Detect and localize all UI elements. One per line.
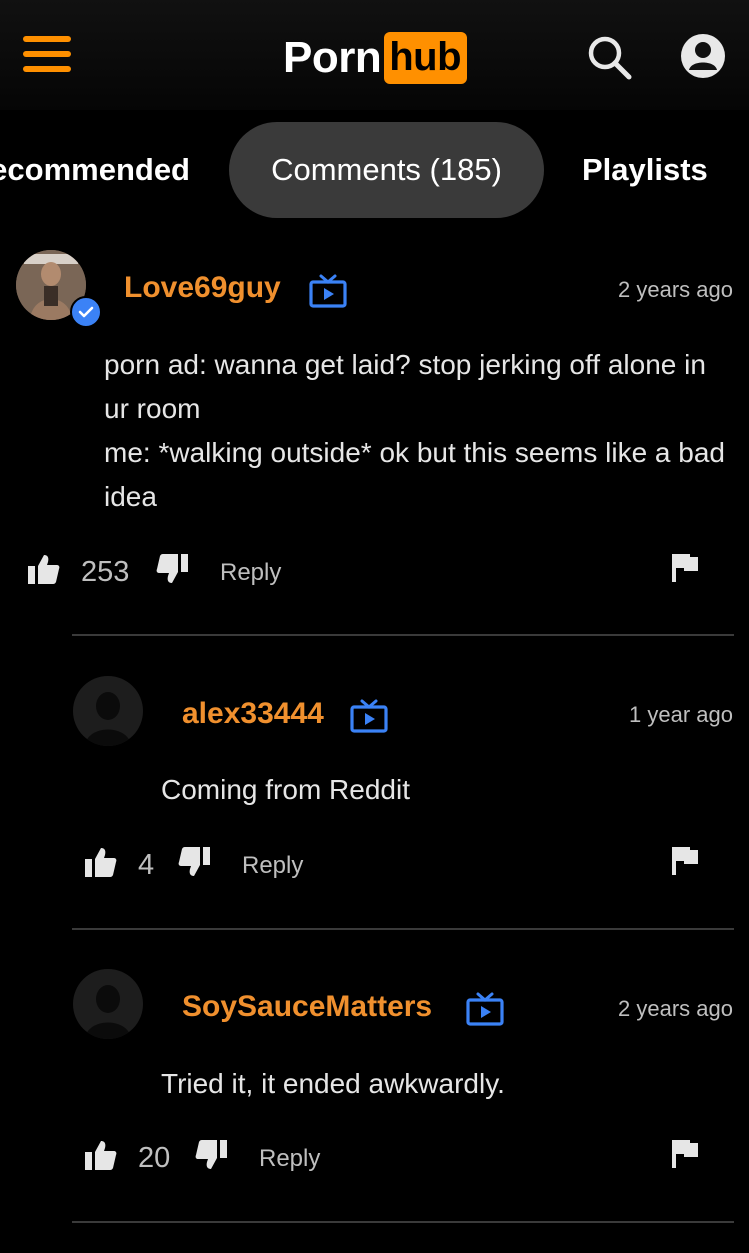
flag-icon[interactable] (670, 552, 700, 584)
thumbs-down-icon[interactable] (176, 845, 212, 881)
thumbs-down-icon[interactable] (154, 552, 190, 588)
reply-button[interactable]: Reply (242, 849, 303, 883)
comment-actions: 20 Reply (83, 1138, 726, 1178)
reply-button[interactable]: Reply (259, 1142, 320, 1176)
thumbs-down-icon[interactable] (193, 1138, 229, 1174)
comment-username[interactable]: Love69guy (124, 270, 281, 306)
comment-text: Coming from Reddit (161, 774, 410, 805)
like-count: 4 (138, 849, 155, 881)
checkmark-icon (78, 306, 94, 318)
comment-timestamp: 2 years ago (618, 277, 733, 302)
user-account-icon[interactable] (680, 33, 726, 79)
avatar[interactable] (73, 969, 143, 1039)
comment-text: Tried it, it ended awkwardly. (161, 1068, 505, 1099)
comment-timestamp: 1 year ago (629, 702, 733, 727)
comment-divider (72, 928, 734, 930)
channel-tv-icon[interactable] (465, 988, 505, 1028)
flag-icon[interactable] (670, 1138, 700, 1170)
like-count: 253 (81, 556, 130, 588)
thumbs-up-icon[interactable] (83, 1138, 119, 1174)
tab-comments[interactable]: Comments (185) (229, 122, 544, 218)
verified-badge (70, 296, 102, 328)
channel-tv-icon[interactable] (349, 695, 389, 735)
comment-text: porn ad: wanna get laid? stop jerking of… (104, 349, 725, 512)
tab-bar: ecommended Comments (185) Playlists (0, 122, 749, 222)
avatar[interactable] (73, 676, 143, 746)
reply-button[interactable]: Reply (220, 556, 281, 590)
tab-playlists[interactable]: Playlists (582, 122, 708, 218)
thumbs-up-icon[interactable] (83, 845, 119, 881)
tab-recommended[interactable]: ecommended (0, 122, 190, 218)
site-logo[interactable]: Porn hub (283, 32, 468, 84)
default-user-icon (85, 692, 131, 746)
default-user-icon (85, 985, 131, 1039)
comment-username[interactable]: SoySauceMatters (182, 989, 432, 1025)
like-count: 20 (138, 1142, 171, 1174)
logo-text-right: hub (384, 32, 468, 84)
comment-divider (72, 634, 734, 636)
flag-icon[interactable] (670, 845, 700, 877)
search-icon[interactable] (585, 33, 633, 81)
comment-timestamp: 2 years ago (618, 996, 733, 1021)
thumbs-up-icon[interactable] (26, 552, 62, 588)
hamburger-menu-icon[interactable] (23, 36, 71, 72)
comment-actions: 4 Reply (83, 845, 726, 885)
logo-text-left: Porn (283, 33, 382, 82)
comment-actions: 253 Reply (26, 552, 726, 592)
comment-username[interactable]: alex33444 (182, 696, 324, 732)
top-header: Porn hub (0, 0, 749, 110)
channel-tv-icon[interactable] (308, 270, 348, 310)
comment-divider (72, 1221, 734, 1223)
